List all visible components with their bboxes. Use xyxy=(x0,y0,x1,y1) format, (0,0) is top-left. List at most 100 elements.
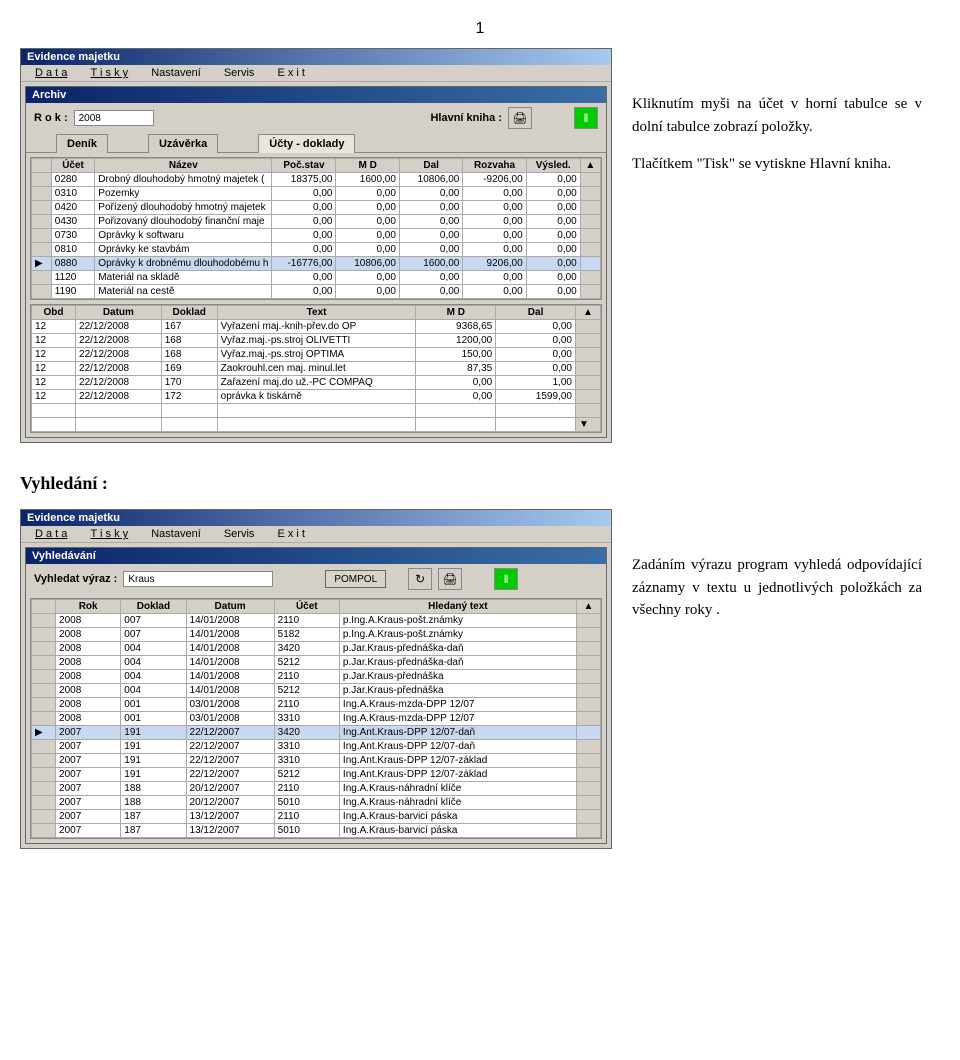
col-rok: Rok xyxy=(56,600,121,614)
col-vysled: Výsled. xyxy=(526,159,580,173)
table-row[interactable]: 200800414/01/20085212p.Jar.Kraus-přednáš… xyxy=(32,656,601,670)
col-md2: M D xyxy=(416,306,496,320)
col-nazev: Název xyxy=(95,159,272,173)
app-menubar: D a t a T i s k y Nastavení Servis E x i… xyxy=(21,65,611,82)
col-dal2: Dal xyxy=(496,306,576,320)
table-row[interactable]: 1190Materiál na cestě0,000,000,000,000,0… xyxy=(32,285,601,299)
search-titlebar: Vyhledávání xyxy=(26,548,606,564)
app-window-archive: Evidence majetku D a t a T i s k y Nasta… xyxy=(20,48,612,443)
scrollbar-up-icon[interactable]: ▲ xyxy=(576,600,600,614)
col-datum: Datum xyxy=(186,600,274,614)
search-grid[interactable]: Rok Doklad Datum Účet Hledaný text ▲ 200… xyxy=(30,598,602,839)
col-doklad: Doklad xyxy=(161,306,217,320)
menu-nastaveni[interactable]: Nastavení xyxy=(141,528,211,540)
table-row[interactable]: ▶200719122/12/20073420Ing.Ant.Kraus-DPP … xyxy=(32,726,601,740)
menu-servis[interactable]: Servis xyxy=(214,528,265,540)
table-row[interactable]: 0310Pozemky0,000,000,000,000,00 xyxy=(32,187,601,201)
table-row[interactable]: 200718713/12/20072110Ing.A.Kraus-barvicí… xyxy=(32,810,601,824)
col-ucet: Účet xyxy=(51,159,95,173)
table-row[interactable]: 0420Pořízený dlouhodobý hmotný majetek0,… xyxy=(32,201,601,215)
table-row[interactable]: 0810Oprávky ke stavbám0,000,000,000,000,… xyxy=(32,243,601,257)
section-heading-search: Vyhledání : xyxy=(20,473,940,494)
table-row[interactable]: 1222/12/2008168Vyřaz.maj.-ps.stroj OPTIM… xyxy=(32,348,601,362)
table-row[interactable]: 200718713/12/20075010Ing.A.Kraus-barvicí… xyxy=(32,824,601,838)
table-row[interactable]: 200719122/12/20073310Ing.Ant.Kraus-DPP 1… xyxy=(32,740,601,754)
page-number: 1 xyxy=(20,20,940,38)
col-poc: Poč.stav xyxy=(272,159,336,173)
scrollbar-up-icon[interactable]: ▲ xyxy=(575,306,600,320)
app-titlebar-2: Evidence majetku xyxy=(21,510,611,526)
print-icon[interactable]: 🖨 xyxy=(508,107,532,129)
archive-toolbar: R o k : Hlavní kniha : 🖨 ‖ xyxy=(26,103,606,133)
table-row[interactable]: 1222/12/2008170Zařazení maj.do už.-PC CO… xyxy=(32,376,601,390)
table-row[interactable]: 200800714/01/20085182p.Ing.A.Kraus-pošt.… xyxy=(32,628,601,642)
sub-window-search: Vyhledávání Vyhledat výraz : POMPOL ↻ 🖨 … xyxy=(25,547,607,844)
menu-data[interactable]: D a t a xyxy=(25,67,77,79)
col-text: Text xyxy=(217,306,416,320)
desc-p1: Kliknutím myši na účet v horní tabulce s… xyxy=(632,93,922,138)
hlavni-kniha-label: Hlavní kniha : xyxy=(430,112,502,124)
table-row-empty: ▼ xyxy=(32,418,601,432)
table-row[interactable]: 0430Pořizovaný dlouhodobý finanční maje0… xyxy=(32,215,601,229)
close-icon[interactable]: ‖ xyxy=(494,568,518,590)
archive-tabs: Deník Uzávěrka Účty - doklady xyxy=(26,133,606,153)
table-row[interactable]: 200800103/01/20083310Ing.A.Kraus-mzda-DP… xyxy=(32,712,601,726)
table-row[interactable]: 1222/12/2008169Zaokrouhl.cen maj. minul.… xyxy=(32,362,601,376)
table-row[interactable]: 1222/12/2008168Vyřaz.maj.-ps.stroj OLIVE… xyxy=(32,334,601,348)
tab-denik[interactable]: Deník xyxy=(56,134,108,153)
section-search: Evidence majetku D a t a T i s k y Nasta… xyxy=(20,509,940,849)
menu-exit[interactable]: E x i t xyxy=(267,67,315,79)
menu-tisky[interactable]: T i s k y xyxy=(80,67,138,79)
table-row[interactable]: 200719122/12/20073310Ing.Ant.Kraus-DPP 1… xyxy=(32,754,601,768)
table-row[interactable]: 200800414/01/20083420p.Jar.Kraus-přednáš… xyxy=(32,642,601,656)
app-titlebar: Evidence majetku xyxy=(21,49,611,65)
search-toolbar: Vyhledat výraz : POMPOL ↻ 🖨 ‖ xyxy=(26,564,606,594)
section-archive: Evidence majetku D a t a T i s k y Nasta… xyxy=(20,48,940,443)
col-obd: Obd xyxy=(32,306,76,320)
description-archive: Kliknutím myši na účet v horní tabulce s… xyxy=(632,48,922,191)
rok-combo[interactable] xyxy=(74,110,154,126)
table-row[interactable]: 200719122/12/20075212Ing.Ant.Kraus-DPP 1… xyxy=(32,768,601,782)
print-icon[interactable]: 🖨 xyxy=(438,568,462,590)
menu-exit[interactable]: E x i t xyxy=(267,528,315,540)
col-datum: Datum xyxy=(76,306,162,320)
menu-tisky[interactable]: T i s k y xyxy=(80,528,138,540)
col-doklad: Doklad xyxy=(121,600,186,614)
col-md: M D xyxy=(336,159,399,173)
table-row[interactable]: 200800414/01/20085212p.Jar.Kraus-přednáš… xyxy=(32,684,601,698)
table-row[interactable]: 200800414/01/20082110p.Jar.Kraus-přednáš… xyxy=(32,670,601,684)
accounts-grid[interactable]: Účet Název Poč.stav M D Dal Rozvaha Výsl… xyxy=(30,157,602,300)
col-dal: Dal xyxy=(399,159,462,173)
tab-ucty-doklady[interactable]: Účty - doklady xyxy=(258,134,355,153)
description-search: Zadáním výrazu program vyhledá odpovídaj… xyxy=(632,509,922,637)
table-row[interactable]: 1222/12/2008167Vyřazení maj.-knih-přev.d… xyxy=(32,320,601,334)
app-menubar-2: D a t a T i s k y Nastavení Servis E x i… xyxy=(21,526,611,543)
rok-label: R o k : xyxy=(34,112,68,124)
table-row[interactable]: 200800103/01/20082110Ing.A.Kraus-mzda-DP… xyxy=(32,698,601,712)
table-row[interactable]: 0730Oprávky k softwaru0,000,000,000,000,… xyxy=(32,229,601,243)
entries-grid[interactable]: Obd Datum Doklad Text M D Dal ▲ 1222/12/… xyxy=(30,304,602,433)
search-label: Vyhledat výraz : xyxy=(34,573,117,585)
table-row[interactable]: 1222/12/2008172oprávka k tiskárně0,00159… xyxy=(32,390,601,404)
close-icon[interactable]: ‖ xyxy=(574,107,598,129)
menu-nastaveni[interactable]: Nastavení xyxy=(141,67,211,79)
table-row[interactable]: 200718820/12/20072110Ing.A.Kraus-náhradn… xyxy=(32,782,601,796)
col-ucet: Účet xyxy=(274,600,339,614)
table-row[interactable]: 200800714/01/20082110p.Ing.A.Kraus-pošt.… xyxy=(32,614,601,628)
scrollbar-up-icon[interactable]: ▲ xyxy=(580,159,600,173)
table-row[interactable]: 1120Materiál na skladě0,000,000,000,000,… xyxy=(32,271,601,285)
tab-uzaverka[interactable]: Uzávěrka xyxy=(148,134,218,153)
table-row[interactable]: ▶0880Oprávky k drobnému dlouhodobému h-1… xyxy=(32,257,601,271)
menu-data[interactable]: D a t a xyxy=(25,528,77,540)
search-input[interactable] xyxy=(123,571,273,587)
desc-p2: Tlačítkem "Tisk" se vytiskne Hlavní knih… xyxy=(632,153,922,176)
col-rozvaha: Rozvaha xyxy=(463,159,526,173)
table-row[interactable]: 0280Drobný dlouhodobý hmotný majetek (18… xyxy=(32,173,601,187)
sub-window-archive: Archiv R o k : Hlavní kniha : 🖨 ‖ Deník … xyxy=(25,86,607,438)
pompol-button[interactable]: POMPOL xyxy=(325,570,386,588)
menu-servis[interactable]: Servis xyxy=(214,67,265,79)
table-row[interactable]: 200718820/12/20075010Ing.A.Kraus-náhradn… xyxy=(32,796,601,810)
desc2-p1: Zadáním výrazu program vyhledá odpovídaj… xyxy=(632,554,922,622)
archive-titlebar: Archiv xyxy=(26,87,606,103)
refresh-icon[interactable]: ↻ xyxy=(408,568,432,590)
